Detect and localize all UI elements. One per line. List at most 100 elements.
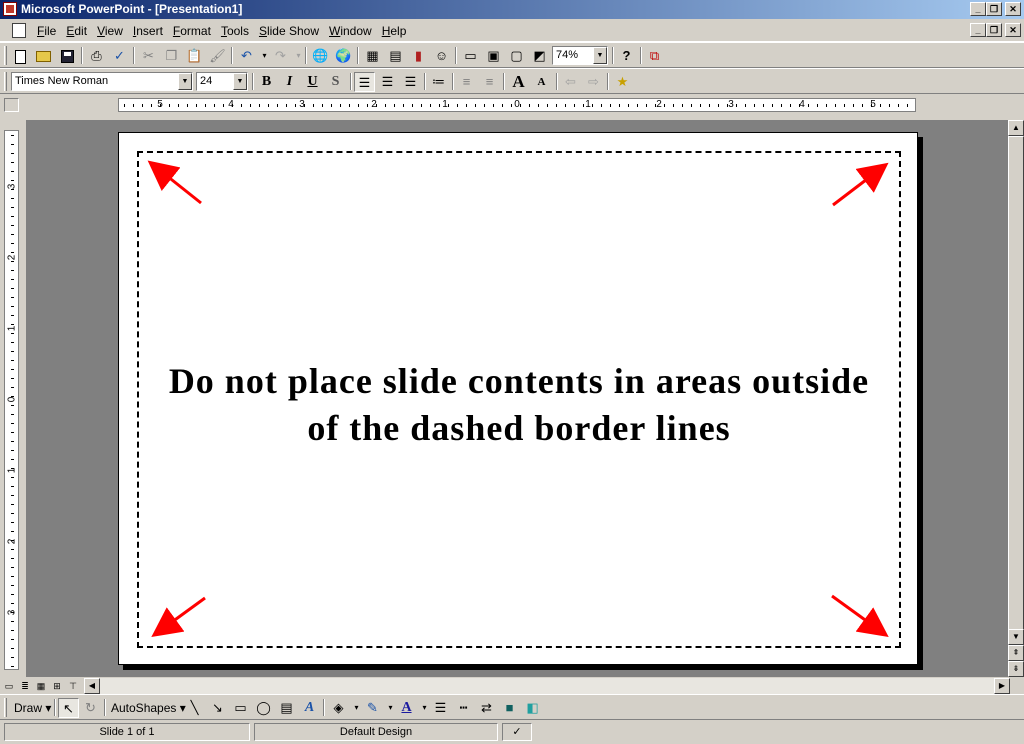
line-icon[interactable]: ╲ <box>184 698 205 718</box>
align-right-icon[interactable]: ☰ <box>400 72 421 92</box>
draw-menu-button[interactable]: Draw ▾ <box>14 701 51 715</box>
ruler-corner <box>4 98 19 112</box>
restore-button[interactable]: ❐ <box>986 2 1002 16</box>
acrobat-icon[interactable]: ⧉ <box>644 46 665 66</box>
rectangle-icon[interactable]: ▭ <box>230 698 251 718</box>
doc-minimize-button[interactable]: _ <box>970 23 986 37</box>
font-size-combo[interactable]: 24 ▼ <box>196 72 248 91</box>
decrease-spacing-icon[interactable]: ≡ <box>479 72 500 92</box>
insert-excel-icon[interactable]: ▤ <box>385 46 406 66</box>
outline-view-icon[interactable]: ≣ <box>18 679 32 693</box>
bold-button[interactable]: B <box>256 72 277 92</box>
close-button[interactable]: ✕ <box>1005 2 1021 16</box>
vertical-ruler[interactable]: 3 2 1 0 1 2 3 <box>4 130 19 670</box>
vertical-scrollbar[interactable]: ▲ ▼ ⇞ ⇟ <box>1008 120 1024 677</box>
doc-close-button[interactable]: ✕ <box>1005 23 1021 37</box>
slide-view-icon[interactable]: ▦ <box>34 679 48 693</box>
menu-help[interactable]: Help <box>377 24 412 38</box>
select-objects-icon[interactable]: ↖ <box>58 698 79 718</box>
decrease-font-button[interactable]: A <box>531 72 552 92</box>
menu-slide-show[interactable]: Slide Show <box>254 24 324 38</box>
toolbar-grip[interactable] <box>4 72 7 91</box>
animation-effects-icon[interactable]: ★ <box>612 72 633 92</box>
ruler-tick <box>682 104 683 107</box>
menu-window[interactable]: Window <box>324 24 377 38</box>
chevron-down-icon[interactable]: ▼ <box>233 73 247 90</box>
spelling-status-icon[interactable]: ✓ <box>502 723 532 741</box>
paste-icon[interactable]: 📋 <box>184 46 205 66</box>
spelling-icon[interactable]: ✓ <box>109 46 130 66</box>
ruler-label: 0 <box>514 99 520 110</box>
powerpoint-app-icon[interactable] <box>3 2 17 16</box>
arrow-style-icon[interactable]: ⇄ <box>476 698 497 718</box>
horizontal-scrollbar[interactable]: ◀ ▶ <box>84 678 1010 694</box>
menu-view[interactable]: View <box>92 24 128 38</box>
print-icon[interactable]: ⎙ <box>86 46 107 66</box>
arrow-icon[interactable]: ↘ <box>207 698 228 718</box>
zoom-combo[interactable]: 74% ▼ <box>552 46 608 65</box>
increase-font-button[interactable]: A <box>508 72 529 92</box>
shadow-button[interactable]: S <box>325 72 346 92</box>
document-icon[interactable] <box>12 23 26 38</box>
cut-icon[interactable]: ✂ <box>138 46 159 66</box>
line-style-icon[interactable]: ☰ <box>430 698 451 718</box>
menu-insert[interactable]: Insert <box>128 24 168 38</box>
ruler-tick <box>11 207 14 208</box>
horizontal-ruler[interactable]: 5 4 3 2 1 0 1 2 3 4 5 <box>118 98 916 112</box>
doc-restore-button[interactable]: ❐ <box>986 23 1002 37</box>
chevron-down-icon[interactable]: ▼ <box>178 73 192 90</box>
3d-icon[interactable]: ◧ <box>522 698 543 718</box>
wordart-icon[interactable]: A <box>299 698 320 718</box>
demote-icon[interactable]: ⇨ <box>583 72 604 92</box>
scroll-down-icon[interactable]: ▼ <box>1008 629 1024 645</box>
save-icon[interactable] <box>57 46 78 66</box>
next-slide-icon[interactable]: ⇟ <box>1008 661 1024 677</box>
scroll-left-icon[interactable]: ◀ <box>84 678 100 694</box>
hyperlink-icon[interactable]: 🌐 <box>310 46 331 66</box>
scroll-right-icon[interactable]: ▶ <box>994 678 1010 694</box>
autoshapes-menu-button[interactable]: AutoShapes ▾ <box>111 701 186 715</box>
normal-view-icon[interactable]: ▭ <box>2 679 16 693</box>
increase-spacing-icon[interactable]: ≡ <box>456 72 477 92</box>
free-rotate-icon[interactable]: ↻ <box>80 698 101 718</box>
help-icon[interactable]: ? <box>616 46 637 66</box>
slide-layout-icon[interactable]: ▣ <box>483 46 504 66</box>
chevron-down-icon[interactable]: ▼ <box>593 47 607 64</box>
promote-icon[interactable]: ⇦ <box>560 72 581 92</box>
menu-format[interactable]: Format <box>168 24 216 38</box>
apply-design-icon[interactable]: ▢ <box>506 46 527 66</box>
scroll-thumb[interactable] <box>1008 136 1024 634</box>
menu-tools[interactable]: Tools <box>216 24 254 38</box>
underline-button[interactable]: U <box>302 72 323 92</box>
separator <box>357 47 359 64</box>
slide-sorter-icon[interactable]: ⊞ <box>50 679 64 693</box>
align-center-icon[interactable]: ☰ <box>377 72 398 92</box>
insert-table-icon[interactable]: ▦ <box>362 46 383 66</box>
open-icon[interactable] <box>33 46 54 66</box>
menu-file[interactable]: File <box>32 24 61 38</box>
new-icon[interactable] <box>10 46 31 66</box>
dash-style-icon[interactable]: ┅ <box>453 698 474 718</box>
oval-icon[interactable]: ◯ <box>253 698 274 718</box>
copy-icon[interactable]: ❐ <box>161 46 182 66</box>
text-box-icon[interactable]: ▤ <box>276 698 297 718</box>
toolbar-grip[interactable] <box>4 46 7 65</box>
web-toolbar-icon[interactable]: 🌍 <box>333 46 354 66</box>
align-left-icon[interactable]: ☰ <box>354 72 375 92</box>
minimize-button[interactable]: _ <box>970 2 986 16</box>
menu-edit[interactable]: Edit <box>61 24 92 38</box>
shadow-icon[interactable]: ■ <box>499 698 520 718</box>
new-slide-icon[interactable]: ▭ <box>460 46 481 66</box>
format-painter-icon[interactable]: 🖌 <box>207 46 228 66</box>
previous-slide-icon[interactable]: ⇞ <box>1008 645 1024 661</box>
bullets-icon[interactable]: ≔ <box>428 72 449 92</box>
slide-canvas[interactable]: Do not place slide contents in areas out… <box>118 132 918 665</box>
font-combo[interactable]: Times New Roman ▼ <box>11 72 193 91</box>
slide-show-icon[interactable]: ⊤ <box>66 679 80 693</box>
insert-chart-icon[interactable]: ▮ <box>408 46 429 66</box>
scroll-up-icon[interactable]: ▲ <box>1008 120 1024 136</box>
insert-clipart-icon[interactable]: ☺ <box>431 46 452 66</box>
grayscale-icon[interactable]: ◩ <box>529 46 550 66</box>
toolbar-grip[interactable] <box>4 698 7 717</box>
italic-button[interactable]: I <box>279 72 300 92</box>
